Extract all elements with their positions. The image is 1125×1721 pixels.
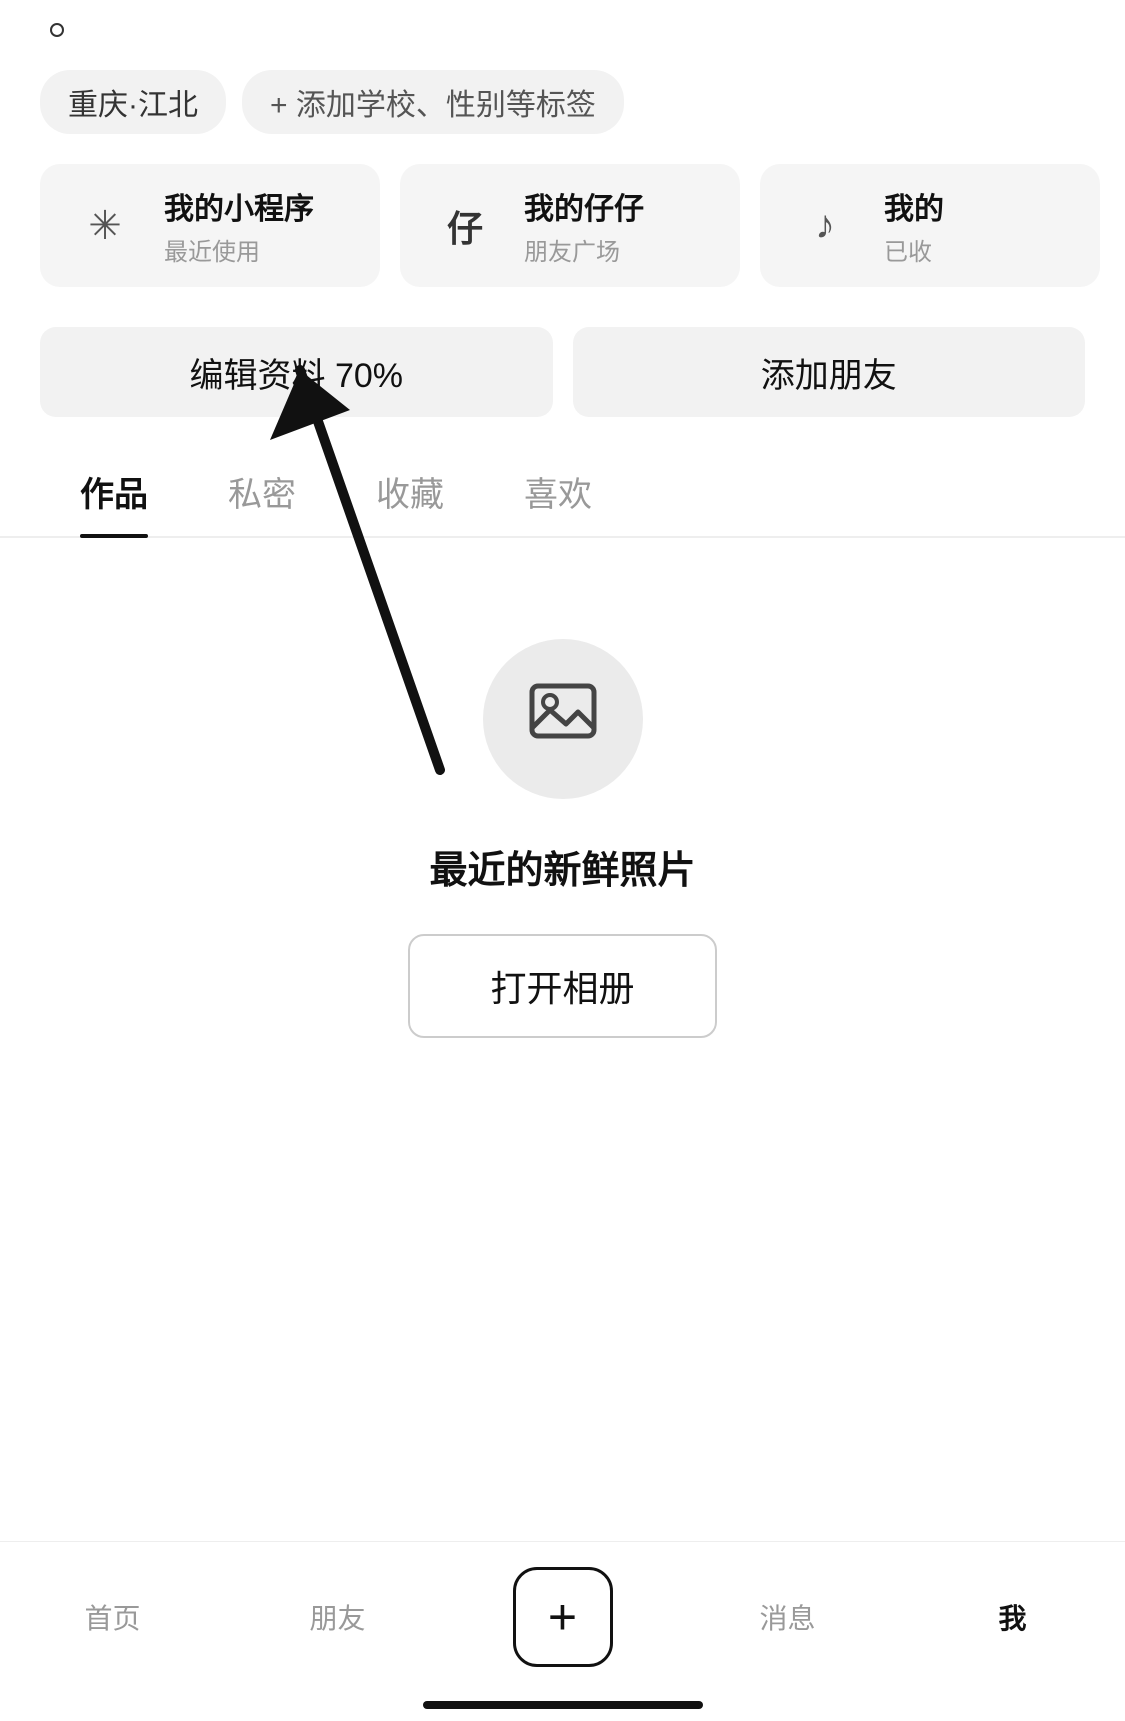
status-bar: [0, 0, 1125, 60]
mini-app-desc-0: 最近使用: [164, 232, 314, 267]
home-indicator: [423, 1701, 703, 1709]
mini-app-name-1: 我的仔仔: [524, 184, 644, 228]
mini-app-icon-0: ✳: [70, 191, 140, 261]
location-tag[interactable]: 重庆·江北: [40, 70, 226, 134]
add-friend-button[interactable]: 添加朋友: [573, 327, 1086, 417]
nav-item-add[interactable]: +: [503, 1567, 623, 1667]
mini-app-desc-1: 朋友广场: [524, 232, 644, 267]
mini-apps-row: ✳ 我的小程序 最近使用 仔 我的仔仔 朋友广场 ♪ 我的 已收: [0, 154, 1125, 307]
mini-app-name-2: 我的: [884, 184, 944, 228]
nav-item-messages[interactable]: 消息: [728, 1597, 848, 1637]
open-album-button[interactable]: 打开相册: [408, 934, 716, 1038]
mini-app-item-2[interactable]: ♪ 我的 已收: [760, 164, 1100, 287]
mini-app-icon-2: ♪: [790, 191, 860, 261]
nav-item-home[interactable]: 首页: [53, 1597, 173, 1637]
mini-app-info-0: 我的小程序 最近使用: [164, 184, 314, 267]
mini-app-icon-1: 仔: [430, 191, 500, 261]
nav-label-home: 首页: [84, 1597, 140, 1637]
mini-app-name-0: 我的小程序: [164, 184, 314, 228]
mini-app-item-1[interactable]: 仔 我的仔仔 朋友广场: [400, 164, 740, 287]
mini-app-item-0[interactable]: ✳ 我的小程序 最近使用: [40, 164, 380, 287]
empty-photo-icon: [528, 676, 598, 762]
nav-add-icon[interactable]: +: [513, 1567, 613, 1667]
mini-app-info-2: 我的 已收: [884, 184, 944, 267]
tab-favorites[interactable]: 收藏: [336, 447, 484, 536]
location-tag-row: 重庆·江北 + 添加学校、性别等标签: [0, 60, 1125, 154]
tab-private[interactable]: 私密: [188, 447, 336, 536]
tab-likes[interactable]: 喜欢: [484, 447, 632, 536]
add-tag-button[interactable]: + 添加学校、性别等标签: [242, 70, 624, 134]
action-buttons-row: 编辑资料 70% 添加朋友: [0, 307, 1125, 437]
mini-app-desc-2: 已收: [884, 232, 944, 267]
nav-item-friends[interactable]: 朋友: [278, 1597, 398, 1637]
content-area: 最近的新鲜照片 打开相册: [0, 538, 1125, 1138]
tab-works[interactable]: 作品: [40, 447, 188, 536]
nav-label-me: 我: [998, 1597, 1026, 1637]
nav-label-friends: 朋友: [309, 1597, 365, 1637]
bottom-nav: 首页 朋友 + 消息 我: [0, 1541, 1125, 1721]
edit-profile-button[interactable]: 编辑资料 70%: [40, 327, 553, 417]
status-dot: [50, 23, 64, 37]
nav-item-me[interactable]: 我: [953, 1597, 1073, 1637]
empty-state-text: 最近的新鲜照片: [429, 839, 695, 894]
tabs-row: 作品 私密 收藏 喜欢: [0, 447, 1125, 538]
nav-label-messages: 消息: [759, 1597, 815, 1637]
empty-icon-wrap: [483, 639, 643, 799]
mini-app-info-1: 我的仔仔 朋友广场: [524, 184, 644, 267]
